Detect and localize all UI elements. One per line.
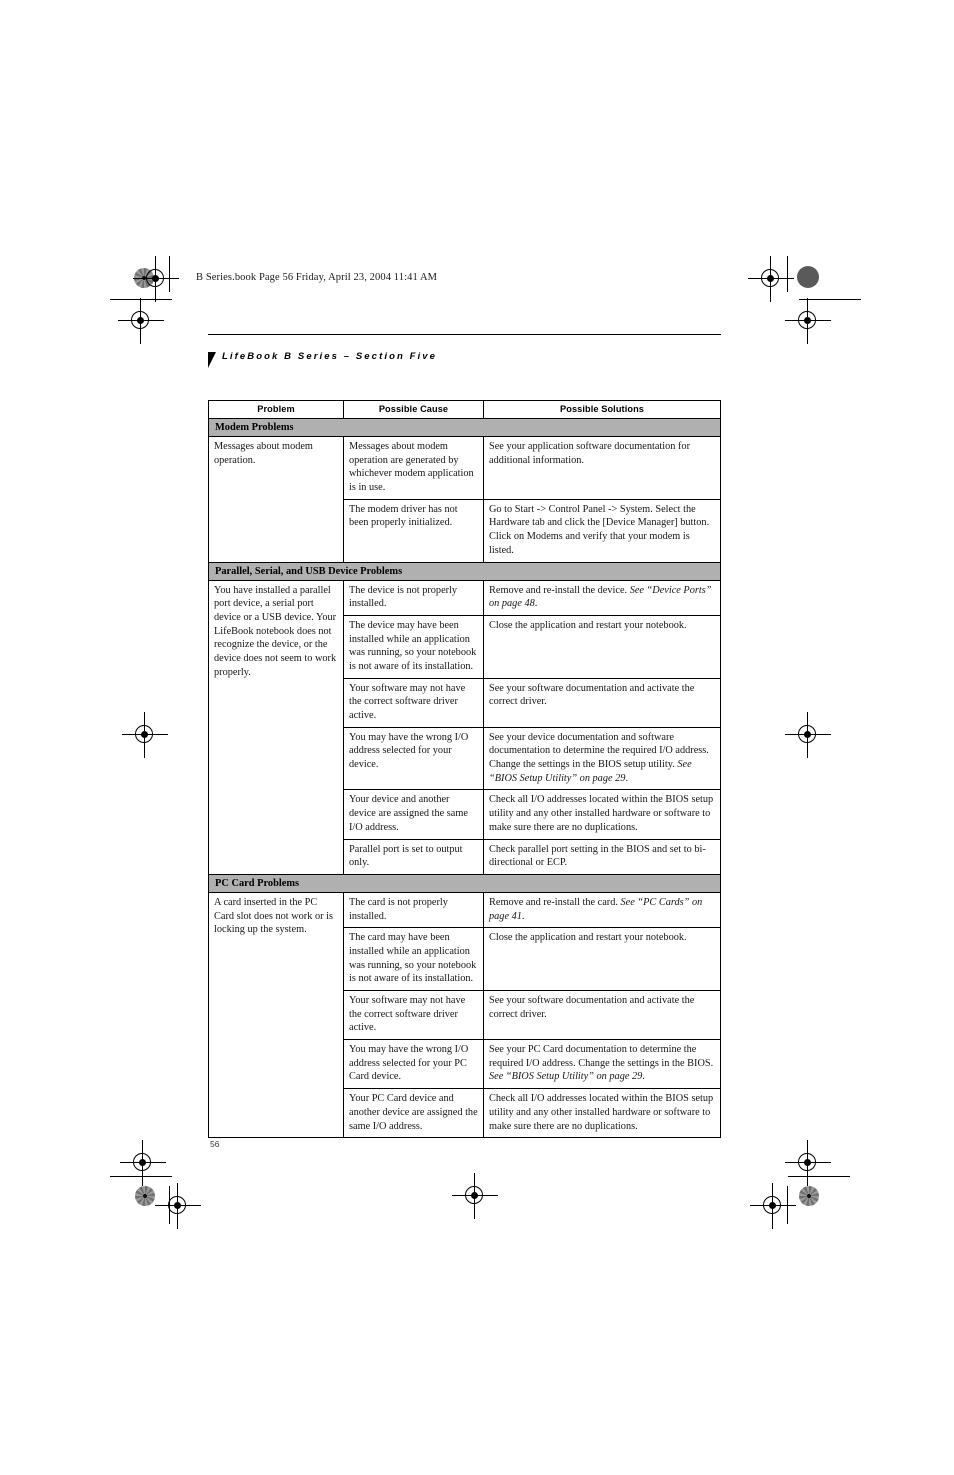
possible-solution-cell: Remove and re-install the device. See “D…	[483, 579, 721, 616]
possible-cause-cell: Your device and another device are assig…	[343, 789, 484, 840]
trim-line-bottom-left-vertical	[169, 1186, 171, 1224]
possible-cause-cell: The modem driver has not been properly i…	[343, 498, 484, 563]
table-section-header-row: Modem Problems	[208, 418, 721, 437]
cross-reference: See “BIOS Setup Utility” on page 29	[489, 1071, 643, 1083]
registration-mark-right-middle	[785, 712, 831, 758]
possible-cause-cell: Parallel port is set to output only.	[343, 838, 484, 875]
registration-mark-bottom-left-upper	[120, 1140, 166, 1186]
possible-solution-cell: Check parallel port setting in the BIOS …	[483, 838, 721, 875]
possible-cause-cell: Messages about modem operation are gener…	[343, 436, 484, 500]
problem-cell: A card inserted in the PC Card slot does…	[208, 891, 344, 1139]
registration-dot-top-right	[797, 266, 819, 288]
trim-line-top-left-vertical	[169, 256, 171, 292]
table-row: You have installed a parallel port devic…	[208, 579, 721, 875]
page-number: 56	[210, 1139, 220, 1149]
problem-cell: You have installed a parallel port devic…	[208, 579, 344, 875]
registration-mark-bottom-right-upper	[785, 1140, 831, 1186]
possible-cause-cell: Your software may not have the correct s…	[343, 677, 484, 728]
document-page: B Series.book Page 56 Friday, April 23, …	[0, 0, 954, 1475]
possible-solution-cell: Check all I/O addresses located within t…	[483, 789, 721, 840]
possible-cause-cell: Your PC Card device and another device a…	[343, 1088, 484, 1139]
trim-line-bottom-right-horizontal	[788, 1176, 850, 1178]
table-row: Messages about modem operation. Messages …	[208, 436, 721, 563]
table-row: A card inserted in the PC Card slot does…	[208, 891, 721, 1139]
possible-cause-cell: You may have the wrong I/O address selec…	[343, 726, 484, 791]
table-section-title: Parallel, Serial, and USB Device Problem…	[208, 561, 721, 581]
possible-solution-cell: Close the application and restart your n…	[483, 927, 721, 991]
possible-solution-cell: See your device documentation and softwa…	[483, 726, 721, 791]
possible-solution-cell: Remove and re-install the card. See “PC …	[483, 891, 721, 929]
possible-cause-cell: The card is not properly installed.	[343, 891, 484, 929]
possible-cause-cell: The device may have been installed while…	[343, 614, 484, 679]
book-file-stamp: B Series.book Page 56 Friday, April 23, …	[196, 272, 438, 283]
running-head-text: LifeBook B Series – Section Five	[222, 351, 438, 362]
cross-reference: See “BIOS Setup Utility” on page 29	[489, 759, 692, 784]
troubleshooting-table: Problem Possible Cause Possible Solution…	[208, 400, 721, 1139]
possible-cause-cell: Your software may not have the correct s…	[343, 989, 484, 1041]
registration-mark-bottom-center	[452, 1173, 498, 1219]
registration-dot-top-left	[134, 268, 154, 288]
running-head-tab-marker	[208, 352, 216, 368]
possible-cause-cell: You may have the wrong I/O address selec…	[343, 1039, 484, 1090]
table-section-header-row: PC Card Problems	[208, 873, 721, 893]
table-header-row: Problem Possible Cause Possible Solution…	[208, 400, 721, 419]
cross-reference: See “PC Cards” on page 41	[489, 896, 703, 922]
possible-cause-cell: The card may have been installed while a…	[343, 927, 484, 991]
problem-cell: Messages about modem operation.	[208, 436, 344, 563]
possible-solution-cell: See your application software documentat…	[483, 436, 721, 500]
registration-mark-bottom-right-lower	[750, 1183, 796, 1229]
trim-line-top-right-horizontal	[799, 299, 861, 301]
possible-cause-cell: The device is not properly installed.	[343, 579, 484, 616]
troubleshooting-table-wrapper: Problem Possible Cause Possible Solution…	[208, 400, 721, 1139]
trim-line-bottom-right-vertical	[787, 1186, 789, 1224]
table-section-title: PC Card Problems	[208, 873, 721, 893]
registration-mark-top-left-outer	[118, 298, 164, 344]
possible-solution-cell: See your PC Card documentation to determ…	[483, 1039, 721, 1090]
trim-line-top-left-horizontal	[110, 299, 172, 301]
running-head-rule	[208, 334, 721, 336]
possible-solution-cell: Go to Start -> Control Panel -> System. …	[483, 498, 721, 563]
trim-line-bottom-left-horizontal	[110, 1176, 172, 1178]
possible-solution-cell: See your software documentation and acti…	[483, 677, 721, 728]
cross-reference: See “Device Ports” on page 48	[489, 584, 712, 610]
table-header: Problem Possible Cause Possible Solution…	[208, 400, 721, 419]
table-section-title: Modem Problems	[208, 418, 721, 437]
registration-dot-bottom-right	[799, 1186, 819, 1206]
registration-mark-top-right-outer	[785, 298, 831, 344]
table-body: Modem Problems Messages about modem opera…	[208, 418, 721, 1139]
column-header-possible-solutions: Possible Solutions	[483, 400, 721, 419]
trim-line-top-right-vertical	[787, 256, 789, 292]
column-header-possible-cause: Possible Cause	[343, 400, 484, 419]
possible-solution-cell: See your software documentation and acti…	[483, 989, 721, 1041]
registration-dot-bottom-left	[135, 1186, 155, 1206]
column-header-problem: Problem	[208, 400, 344, 419]
registration-mark-bottom-left-lower	[155, 1183, 201, 1229]
registration-mark-left-middle	[122, 712, 168, 758]
possible-solution-cell: Close the application and restart your n…	[483, 614, 721, 679]
table-section-header-row: Parallel, Serial, and USB Device Problem…	[208, 561, 721, 581]
possible-solution-cell: Check all I/O addresses located within t…	[483, 1088, 721, 1139]
